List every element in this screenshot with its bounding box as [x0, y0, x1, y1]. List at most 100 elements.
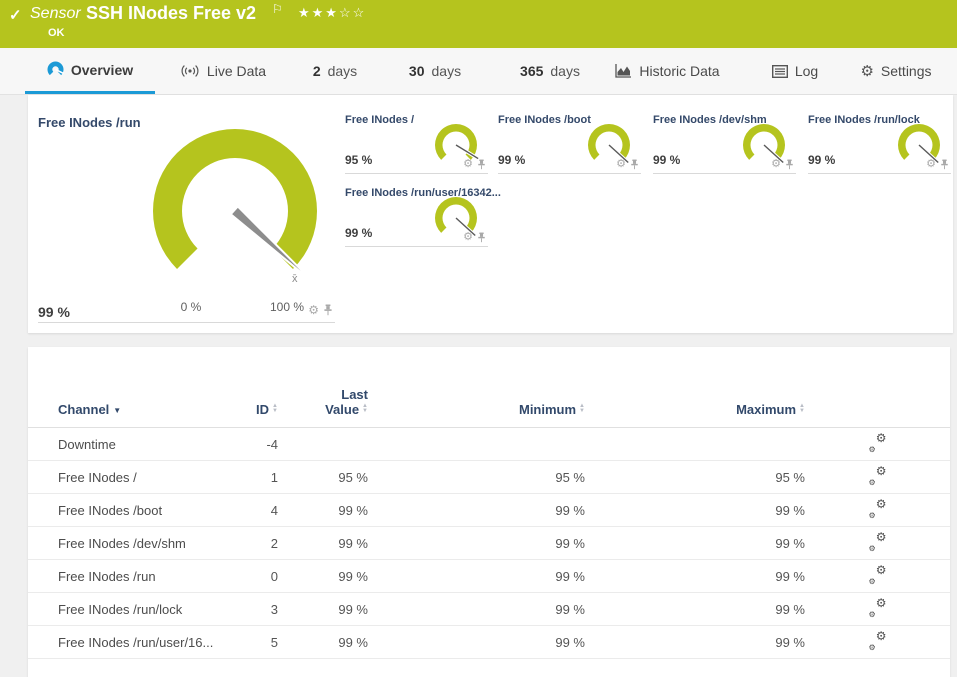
gear-icon[interactable]: ⚙ [771, 159, 781, 170]
priority-stars[interactable]: ★★★☆☆ [298, 5, 366, 21]
gauge-value: 99 % [498, 153, 526, 167]
channel-id: 5 [270, 634, 278, 650]
last-value: 99 % [338, 535, 368, 551]
last-value: 95 % [338, 469, 368, 485]
gauge-scale-max: 100 % [269, 300, 305, 314]
tab-settings[interactable]: ⚙ Settings [852, 48, 940, 94]
channel-name: Free INodes / [58, 469, 137, 485]
gauge-value: 99 % [653, 153, 681, 167]
pushpin-icon[interactable] [477, 232, 486, 243]
status-ok-check-icon: ✓ [9, 7, 22, 24]
gear-icon[interactable]: ⚙ [308, 304, 319, 316]
table-row: Free INodes / 1 95 % 95 % 95 % ⚙ ⚙ [28, 461, 950, 494]
gauge-value: 99 % [808, 153, 836, 167]
gear-icon[interactable]: ⚙ [616, 159, 626, 170]
column-header-minimum[interactable]: Minimum ▲ ▼ [368, 402, 585, 427]
table-row: Free INodes /dev/shm 2 99 % 99 % 99 % ⚙ ⚙ [28, 527, 950, 560]
broadcast-icon [181, 65, 199, 77]
flag-icon[interactable]: ⚐ [272, 2, 283, 16]
channel-settings-icon[interactable]: ⚙ ⚙ [869, 431, 887, 454]
tab-historic-data[interactable]: Historic Data [610, 48, 725, 94]
table-row: Free INodes /boot 4 99 % 99 % 99 % ⚙ ⚙ [28, 494, 950, 527]
tab-30-days[interactable]: 30 days [395, 48, 475, 94]
table-row: Free INodes /run/user/16... 5 99 % 99 % … [28, 626, 950, 659]
tile-divider [808, 173, 951, 174]
tab-live-data[interactable]: Live Data [168, 48, 278, 94]
minimum-value: 99 % [555, 634, 585, 650]
channel-name: Free INodes /dev/shm [58, 535, 186, 551]
minimum-value: 95 % [555, 469, 585, 485]
gear-icon[interactable]: ⚙ [926, 159, 936, 170]
maximum-value: 95 % [775, 469, 805, 485]
tile-divider [345, 173, 488, 174]
channel-settings-icon[interactable]: ⚙ ⚙ [869, 464, 887, 487]
maximum-value: 99 % [775, 502, 805, 518]
maximum-value: 99 % [775, 601, 805, 617]
channel-id: -4 [266, 436, 278, 452]
column-header-channel[interactable]: Channel ▼ [58, 402, 218, 427]
channel-settings-icon[interactable]: ⚙ ⚙ [869, 497, 887, 520]
tile-divider [498, 173, 641, 174]
gauge-tile-boot: Free INodes /boot 99 % ⚙ [498, 108, 641, 174]
pushpin-icon[interactable] [323, 304, 333, 316]
gauge-title: Free INodes / [345, 114, 415, 126]
maximum-value: 99 % [775, 634, 805, 650]
channel-settings-icon[interactable]: ⚙ ⚙ [869, 596, 887, 619]
last-value: 99 % [338, 601, 368, 617]
minimum-value: 99 % [555, 568, 585, 584]
pushpin-icon[interactable] [785, 159, 794, 170]
status-badge: OK [48, 27, 65, 39]
gauge-tile-primary: Free INodes /run 0 % 100 % x̄ 99 % ⚙ [38, 105, 335, 323]
tile-divider [345, 246, 488, 247]
pushpin-icon[interactable] [630, 159, 639, 170]
minimum-value: 99 % [555, 601, 585, 617]
channel-name: Free INodes /run/user/16... [58, 634, 214, 650]
column-header-last-value[interactable]: Last Value ▲ ▼ [278, 387, 368, 427]
minimum-value: 99 % [555, 502, 585, 518]
tab-log[interactable]: Log [762, 48, 828, 94]
channel-settings-icon[interactable]: ⚙ ⚙ [869, 563, 887, 586]
channel-settings-icon[interactable]: ⚙ ⚙ [869, 629, 887, 652]
list-icon [771, 64, 788, 78]
channel-id: 0 [270, 568, 278, 584]
column-header-maximum[interactable]: Maximum ▲ ▼ [585, 402, 805, 427]
table-row: Free INodes /run/lock 3 99 % 99 % 99 % ⚙… [28, 593, 950, 626]
channel-id: 1 [270, 469, 278, 485]
tab-2-days[interactable]: 2 days [300, 48, 370, 94]
channel-settings-icon[interactable]: ⚙ ⚙ [869, 530, 887, 553]
gauge-tile-run-user: Free INodes /run/user/16342... 99 % ⚙ [345, 181, 501, 247]
channel-id: 4 [270, 502, 278, 518]
pushpin-icon[interactable] [477, 159, 486, 170]
column-header-id[interactable]: ID ▲ ▼ [218, 402, 278, 427]
maximum-value: 99 % [775, 568, 805, 584]
last-value: 99 % [338, 568, 368, 584]
tile-actions: ⚙ [463, 159, 486, 170]
sensor-kind-label: Sensor [30, 5, 81, 22]
last-value: 99 % [338, 634, 368, 650]
minimum-value: 99 % [555, 535, 585, 551]
tab-365-days[interactable]: 365 days [505, 48, 595, 94]
gear-icon[interactable]: ⚙ [463, 232, 473, 243]
channel-name: Free INodes /run [58, 568, 156, 584]
gauge-title: Free INodes /run [38, 115, 141, 130]
tile-actions: ⚙ [926, 159, 949, 170]
gauge-value: 95 % [345, 153, 373, 167]
tile-divider [653, 173, 796, 174]
tab-overview[interactable]: Overview [25, 48, 155, 94]
channel-name: Free INodes /boot [58, 502, 163, 518]
tile-actions: ⚙ [616, 159, 639, 170]
gear-icon[interactable]: ⚙ [463, 159, 473, 170]
mean-marker: x̄ [292, 273, 298, 285]
gauge-value: 99 % [345, 226, 373, 240]
table-row: Free INodes /run 0 99 % 99 % 99 % ⚙ ⚙ [28, 560, 950, 593]
maximum-value: 99 % [775, 535, 805, 551]
channel-table-panel: Channel ▼ ID ▲ ▼ Last Value ▲ ▼ Minimum ▲ ▼ Max… [28, 347, 950, 677]
gauge-tile-run-lock: Free INodes /run/lock 99 % ⚙ [808, 108, 951, 174]
channel-name: Free INodes /run/lock [58, 601, 183, 617]
channel-id: 2 [270, 535, 278, 551]
pushpin-icon[interactable] [940, 159, 949, 170]
tile-actions: ⚙ [463, 232, 486, 243]
channel-name: Downtime [58, 436, 116, 452]
gauge-value: 99 % [38, 304, 70, 320]
sensor-title: SSH INodes Free v2 [86, 3, 257, 23]
